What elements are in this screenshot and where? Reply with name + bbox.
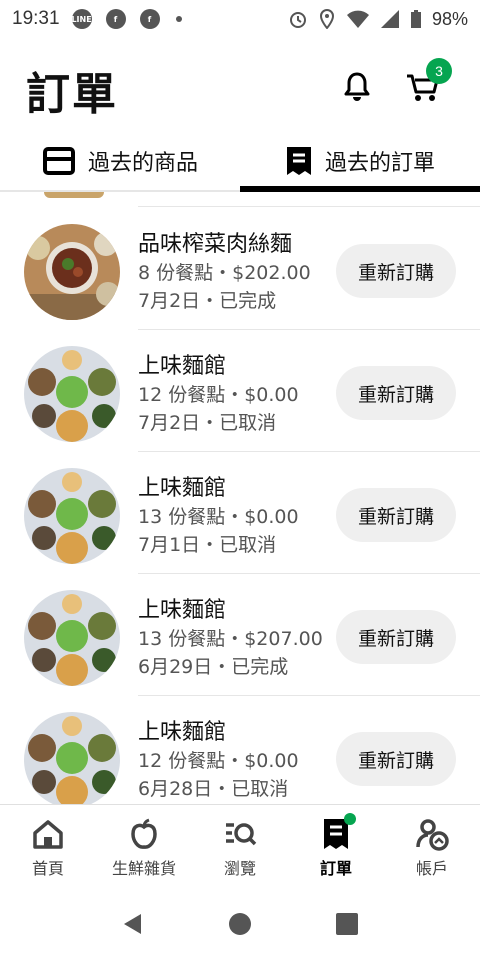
order-status: 7月2日・已取消 xyxy=(138,412,277,434)
wifi-icon xyxy=(346,10,369,28)
nav-label: 首頁 xyxy=(31,859,64,878)
order-tabs: 過去的商品 過去的訂單 xyxy=(0,130,480,192)
facebook-icon: f xyxy=(105,9,126,29)
home-circle-icon[interactable] xyxy=(228,912,252,936)
order-status: 7月1日・已取消 xyxy=(138,534,277,556)
tab-label: 過去的訂單 xyxy=(324,151,435,176)
restaurant-name: 品味榨菜肉絲麵 xyxy=(138,232,293,257)
divider xyxy=(138,206,480,207)
line-app-icon: LINE xyxy=(71,9,92,29)
account-icon xyxy=(416,819,449,851)
nav-label: 生鮮雜貨 xyxy=(111,859,176,878)
order-status: 7月2日・已完成 xyxy=(138,290,277,312)
facebook-icon: f xyxy=(139,9,160,29)
home-icon xyxy=(33,820,63,849)
bottom-nav: 首頁 生鮮雜貨 瀏覽 訂單 帳戶 xyxy=(0,804,480,888)
back-icon[interactable] xyxy=(121,912,145,936)
order-summary: 12 份餐點・$0.00 xyxy=(138,750,299,772)
nav-account[interactable]: 帳戶 xyxy=(384,805,480,888)
order-summary: 13 份餐點・$207.00 xyxy=(138,628,323,650)
receipt-icon xyxy=(286,147,311,175)
restaurant-name: 上味麵館 xyxy=(138,476,227,501)
alarm-icon xyxy=(289,12,306,28)
battery-icon xyxy=(410,10,421,28)
reorder-button[interactable]: 重新訂購 xyxy=(336,366,456,420)
location-icon xyxy=(319,9,334,29)
nav-browse[interactable]: 瀏覽 xyxy=(192,805,288,888)
order-summary: 12 份餐點・$0.00 xyxy=(138,384,299,406)
battery-level: 98% xyxy=(431,8,468,29)
nav-label: 帳戶 xyxy=(415,859,448,878)
nav-orders[interactable]: 訂單 xyxy=(288,805,384,888)
previous-row-thumbnail-edge xyxy=(44,192,104,198)
reorder-button[interactable]: 重新訂購 xyxy=(336,610,456,664)
basket-icon xyxy=(42,147,75,175)
restaurant-thumbnail xyxy=(24,224,120,320)
order-row[interactable]: 品味榨菜肉絲麵 8 份餐點・$202.00 7月2日・已完成 重新訂購 xyxy=(0,208,480,330)
nav-label: 訂單 xyxy=(319,859,352,878)
order-summary: 8 份餐點・$202.00 xyxy=(138,262,311,284)
order-list[interactable]: 品味榨菜肉絲麵 8 份餐點・$202.00 7月2日・已完成 重新訂購 上味麵館… xyxy=(0,192,480,804)
tab-past-orders[interactable]: 過去的訂單 xyxy=(240,130,480,192)
order-status: 6月29日・已完成 xyxy=(138,656,289,678)
reorder-button[interactable]: 重新訂購 xyxy=(336,244,456,298)
restaurant-name: 上味麵館 xyxy=(138,354,227,379)
signal-icon xyxy=(380,10,399,28)
status-time: 19:31 xyxy=(12,8,60,29)
notification-dot-icon xyxy=(175,16,182,22)
restaurant-name: 上味麵館 xyxy=(138,720,227,745)
tab-label: 過去的商品 xyxy=(87,151,198,176)
bell-icon[interactable] xyxy=(340,70,374,104)
restaurant-thumbnail xyxy=(24,468,120,564)
nav-grocery[interactable]: 生鮮雜貨 xyxy=(96,805,192,888)
nav-label: 瀏覽 xyxy=(223,859,256,878)
reorder-button[interactable]: 重新訂購 xyxy=(336,488,456,542)
reorder-button[interactable]: 重新訂購 xyxy=(336,732,456,786)
restaurant-thumbnail xyxy=(24,590,120,686)
recents-icon[interactable] xyxy=(335,912,359,936)
restaurant-thumbnail xyxy=(24,346,120,442)
order-status: 6月28日・已取消 xyxy=(138,778,289,800)
order-row[interactable]: 上味麵館 13 份餐點・$207.00 6月29日・已完成 重新訂購 xyxy=(0,574,480,696)
cart-count-badge: 3 xyxy=(426,58,452,84)
order-row[interactable]: 上味麵館 12 份餐點・$0.00 7月2日・已取消 重新訂購 xyxy=(0,330,480,452)
status-bar: 19:31 LINE f f 98% xyxy=(0,0,480,38)
system-nav-bar xyxy=(0,888,480,960)
restaurant-thumbnail xyxy=(24,712,120,804)
nav-home[interactable]: 首頁 xyxy=(0,805,96,888)
apple-icon xyxy=(131,818,157,849)
order-row[interactable]: 上味麵館 13 份餐點・$0.00 7月1日・已取消 重新訂購 xyxy=(0,452,480,574)
page-header: 訂單 3 xyxy=(0,50,480,120)
order-row[interactable]: 上味麵館 12 份餐點・$0.00 6月28日・已取消 重新訂購 xyxy=(0,696,480,804)
page-title: 訂單 xyxy=(26,69,118,120)
notification-dot xyxy=(344,813,356,825)
browse-icon xyxy=(226,823,257,846)
order-summary: 13 份餐點・$0.00 xyxy=(138,506,299,528)
restaurant-name: 上味麵館 xyxy=(138,598,227,623)
tab-past-items[interactable]: 過去的商品 xyxy=(0,130,240,192)
